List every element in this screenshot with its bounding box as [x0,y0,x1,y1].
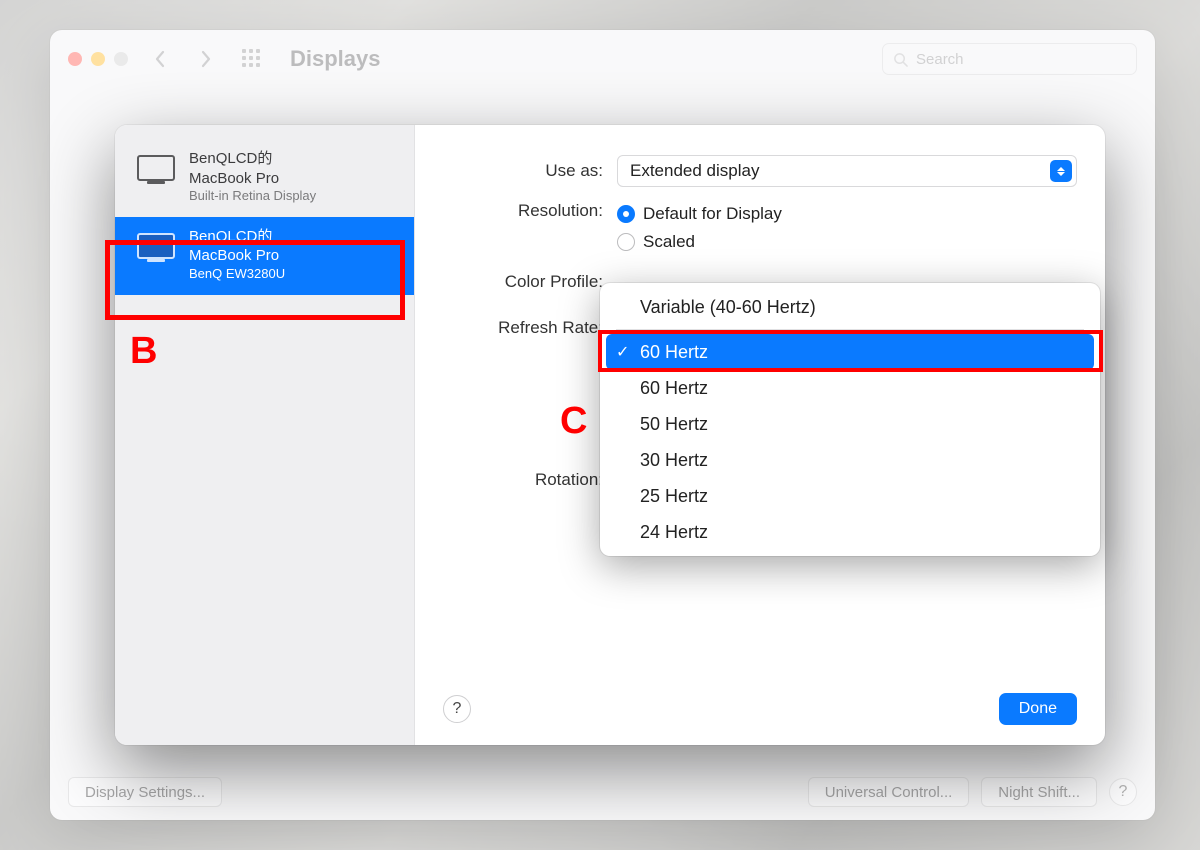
display-device-external[interactable]: BenQLCD的 MacBook Pro BenQ EW3280U [115,217,414,295]
device-line3: BenQ EW3280U [189,266,285,283]
menu-item-60hz[interactable]: 60 Hertz [606,370,1094,406]
use-as-popup[interactable]: Extended display [617,155,1077,187]
menu-header[interactable]: Variable (40-60 Hertz) [606,289,1094,325]
done-button[interactable]: Done [999,693,1077,725]
color-profile-label: Color Profile: [443,272,603,292]
resolution-label: Resolution: [443,201,603,221]
sheet-help-button[interactable]: ? [443,695,471,723]
display-device-builtin[interactable]: BenQLCD的 MacBook Pro Built-in Retina Dis… [115,139,414,217]
display-list-sidebar: BenQLCD的 MacBook Pro Built-in Retina Dis… [115,125,415,745]
monitor-icon [137,233,175,259]
device-line2: MacBook Pro [189,169,316,189]
annotation-label-c: C [560,400,587,443]
rotation-label: Rotation: [443,470,603,490]
menu-separator [616,329,1084,330]
device-line1: BenQLCD的 [189,227,285,247]
refresh-rate-label: Refresh Rate: [443,318,603,338]
radio-icon [617,233,635,251]
menu-item-25hz[interactable]: 25 Hertz [606,478,1094,514]
menu-item-60hz-selected[interactable]: 60 Hertz [606,334,1094,370]
chevron-updown-icon [1050,160,1072,182]
annotation-label-b: B [130,330,157,373]
menu-item-30hz[interactable]: 30 Hertz [606,442,1094,478]
radio-label: Default for Display [643,204,782,224]
radio-label: Scaled [643,232,695,252]
refresh-rate-menu: Variable (40-60 Hertz) 60 Hertz 60 Hertz… [600,283,1100,556]
use-as-label: Use as: [443,161,603,181]
radio-icon [617,205,635,223]
resolution-default-radio[interactable]: Default for Display [617,204,782,224]
monitor-icon [137,155,175,181]
resolution-scaled-radio[interactable]: Scaled [617,232,782,252]
device-line1: BenQLCD的 [189,149,316,169]
device-line3: Built-in Retina Display [189,188,316,205]
use-as-value: Extended display [630,161,759,181]
device-line2: MacBook Pro [189,246,285,266]
menu-item-50hz[interactable]: 50 Hertz [606,406,1094,442]
menu-item-24hz[interactable]: 24 Hertz [606,514,1094,550]
